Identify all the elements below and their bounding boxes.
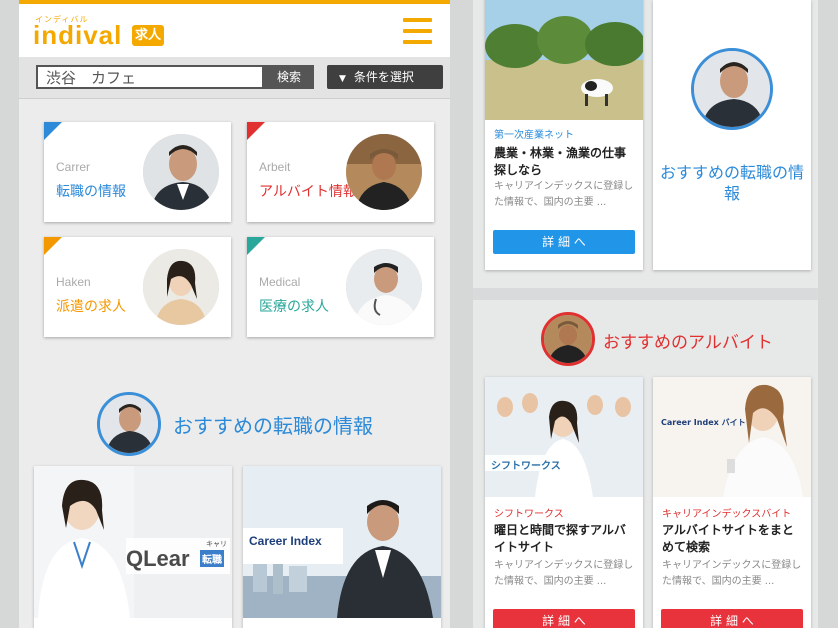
category-label: アルバイト情報 bbox=[259, 184, 357, 200]
logo-badge: 求人 bbox=[132, 25, 164, 46]
details-button[interactable]: 詳 細 へ bbox=[493, 609, 635, 628]
qlear-logo: QLear bbox=[126, 546, 190, 571]
job-card-career-index-baito[interactable]: Career Index バイト キャリアインデックスバイト アルバイトサイトを… bbox=[653, 377, 811, 628]
farm-cow-photo bbox=[485, 0, 643, 120]
shiftworks-logo: シフトワークス bbox=[491, 461, 561, 472]
category-label: 派遣の求人 bbox=[56, 299, 126, 315]
corner-marker bbox=[44, 122, 62, 140]
category-en: Arbeit bbox=[259, 160, 291, 174]
career-index-baito-logo: Career Index バイト bbox=[661, 418, 746, 427]
section-divider bbox=[473, 288, 818, 300]
worker-photo bbox=[346, 134, 422, 210]
corner-marker bbox=[44, 237, 62, 255]
businessman-photo bbox=[143, 134, 219, 210]
job-company: 第一次産業ネット bbox=[494, 130, 574, 141]
condition-label: 条件を選択 bbox=[353, 70, 414, 84]
corner-marker bbox=[247, 237, 265, 255]
category-card-medical[interactable]: Medical 医療の求人 bbox=[247, 237, 434, 337]
doctor-photo bbox=[346, 249, 422, 325]
category-grid: Carrer 転職の情報 Arbeit アルバイト情報 Haken 派遣の求人 bbox=[19, 100, 450, 365]
job-company: シフトワークス bbox=[494, 509, 564, 520]
right-screen: 第一次産業ネット 農業・林業・漁業の仕事探しなら キャリアインデックスに登録した… bbox=[473, 0, 818, 628]
students-photo bbox=[485, 377, 643, 497]
menu-icon[interactable] bbox=[403, 18, 432, 44]
details-button[interactable]: 詳 細 へ bbox=[493, 230, 635, 254]
search-input[interactable] bbox=[36, 65, 264, 89]
career-index-logo: Career Index bbox=[249, 534, 322, 548]
recommended-career-title: おすすめの転職の情報 bbox=[659, 163, 804, 203]
details-button[interactable]: 詳 細 へ bbox=[661, 609, 803, 628]
job-card-shiftworks[interactable]: シフトワークス シフトワークス 曜日と時間で探すアルバイトサイト キャリアインデ… bbox=[485, 377, 643, 628]
search-button[interactable]: 検索 bbox=[264, 65, 314, 89]
section-title: おすすめのアルバイト bbox=[603, 333, 773, 353]
job-description: キャリアインデックスに登録した情報で、国内の主要 ... bbox=[494, 181, 634, 208]
featured-card-career-index[interactable]: Career Index bbox=[243, 466, 441, 628]
logo[interactable]: indival bbox=[33, 20, 122, 51]
search-bar: 検索 ▼ 条件を選択 bbox=[19, 57, 450, 99]
job-card-primary-industry[interactable]: 第一次産業ネット 農業・林業・漁業の仕事探しなら キャリアインデックスに登録した… bbox=[485, 0, 643, 270]
category-en: Medical bbox=[259, 275, 301, 289]
category-en: Haken bbox=[56, 275, 91, 289]
job-description: キャリアインデックスに登録した情報で、国内の主要 ... bbox=[494, 560, 634, 587]
job-description: キャリアインデックスに登録した情報で、国内の主要 ... bbox=[662, 560, 802, 587]
featured-card-qlear[interactable]: QLear キャリア 転職 bbox=[34, 466, 232, 628]
woman-photo bbox=[143, 249, 219, 325]
category-label: 転職の情報 bbox=[56, 184, 126, 200]
recommended-career-section: おすすめの転職の情報 QLear キャリア 転職 bbox=[19, 383, 450, 628]
category-en: Carrer bbox=[56, 160, 91, 174]
job-title: アルバイトサイトをまとめて検索 bbox=[662, 523, 794, 554]
header: インディバル indival 求人 bbox=[19, 0, 450, 57]
job-company: キャリアインデックスバイト bbox=[662, 509, 792, 520]
worker-photo bbox=[541, 312, 595, 366]
job-title: 曜日と時間で探すアルバイトサイト bbox=[494, 523, 626, 554]
woman-phone-photo bbox=[653, 377, 811, 497]
category-card-arbeit[interactable]: Arbeit アルバイト情報 bbox=[247, 122, 434, 222]
job-title: 農業・林業・漁業の仕事探しなら bbox=[494, 146, 627, 177]
left-screen: インディバル indival 求人 検索 ▼ 条件を選択 Carrer 転職の情報… bbox=[19, 0, 450, 628]
category-card-haken[interactable]: Haken 派遣の求人 bbox=[44, 237, 231, 337]
office-woman-photo bbox=[34, 466, 232, 618]
triangle-down-icon: ▼ bbox=[339, 74, 346, 84]
corner-marker bbox=[247, 122, 265, 140]
businessman-photo bbox=[97, 392, 161, 456]
qlear-logo-badge: 転職 bbox=[200, 550, 224, 567]
section-title: おすすめの転職の情報 bbox=[173, 414, 373, 438]
condition-select-button[interactable]: ▼ 条件を選択 bbox=[327, 65, 443, 89]
category-label: 医療の求人 bbox=[259, 299, 329, 315]
recommended-career-link[interactable]: おすすめの転職の情報 bbox=[653, 0, 811, 270]
businessman-photo bbox=[691, 48, 773, 130]
category-card-career[interactable]: Carrer 転職の情報 bbox=[44, 122, 231, 222]
